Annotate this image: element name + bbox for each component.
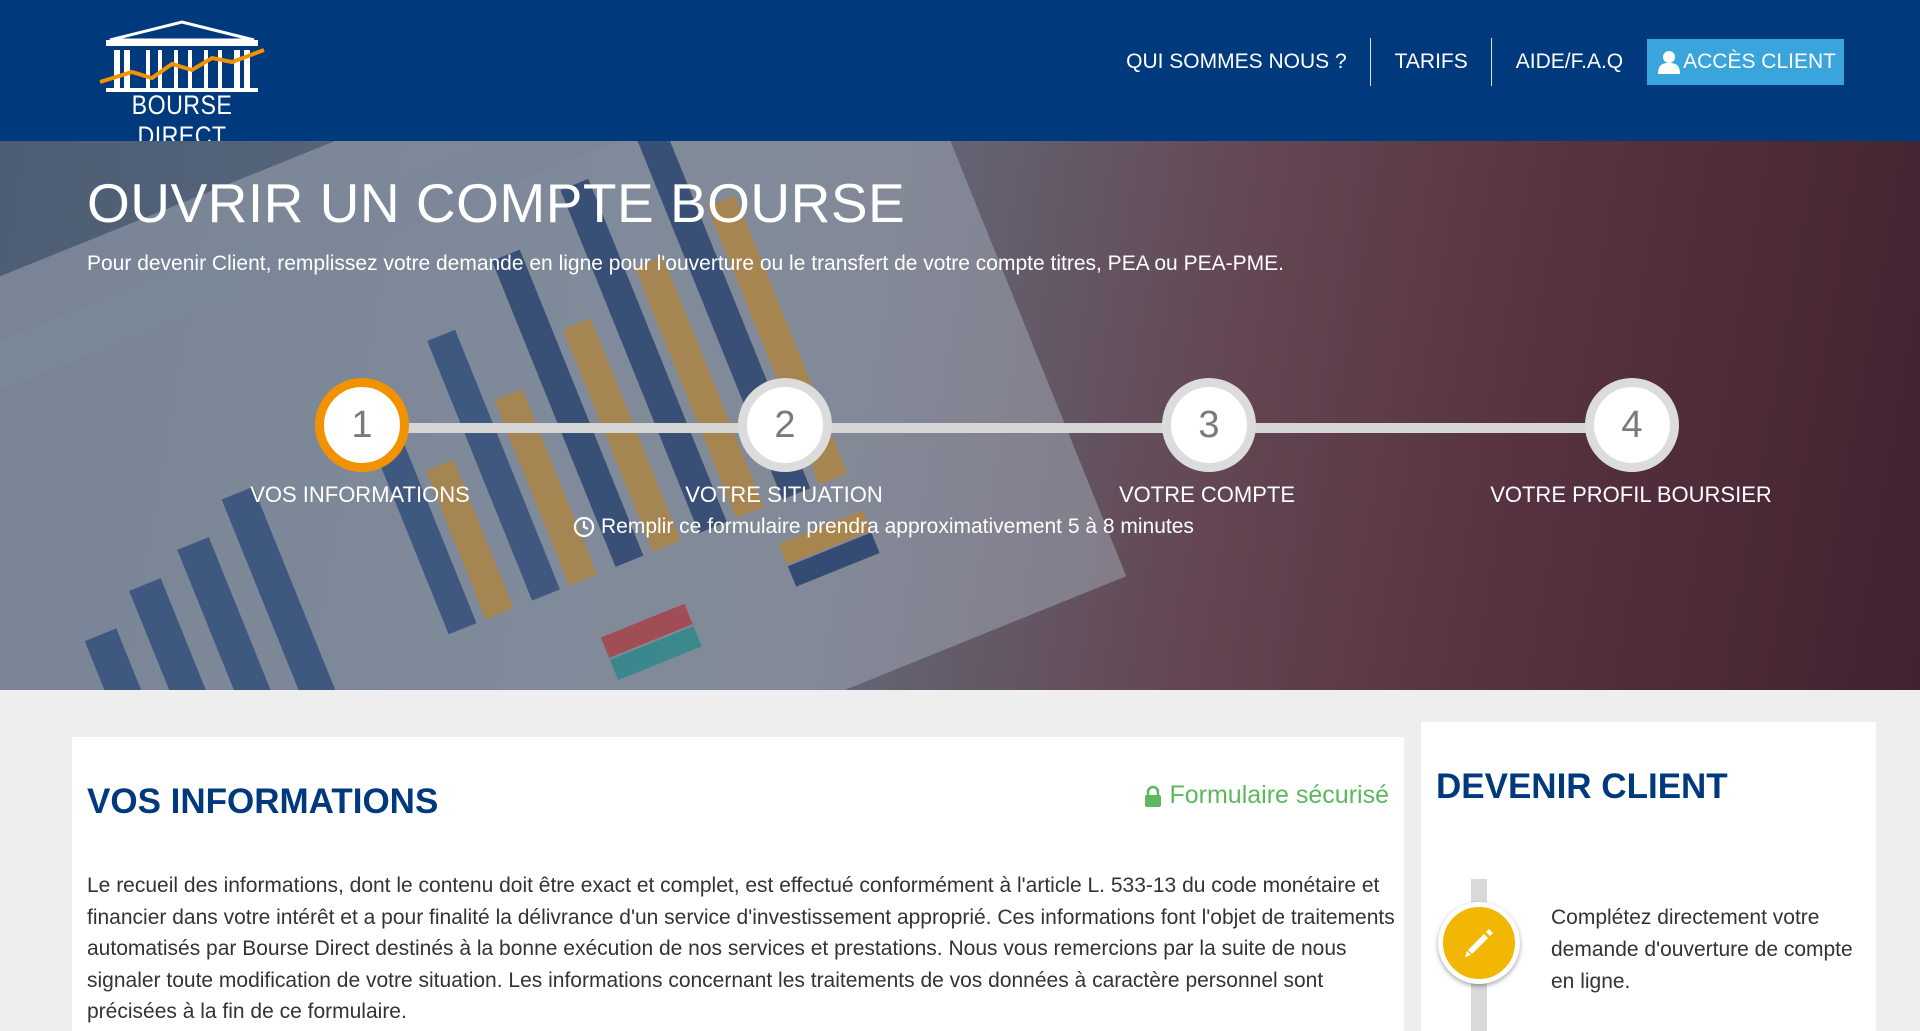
duration-notice: Remplir ce formulaire prendra approximat… xyxy=(573,515,1194,539)
secure-form-badge: Formulaire sécurisé xyxy=(1144,781,1389,810)
step-4-label: VOTRE PROFIL BOURSIER xyxy=(1490,482,1772,507)
hero-banner: OUVRIR UN COMPTE BOURSE Pour devenir Cli… xyxy=(0,141,1920,690)
form-card: VOS INFORMATIONS Formulaire sécurisé Le … xyxy=(72,737,1404,1031)
step-2-circle: 2 xyxy=(738,378,832,472)
bourse-direct-logo[interactable]: BOURSE DIRECT xyxy=(92,20,272,151)
devenir-client-title: DEVENIR CLIENT xyxy=(1436,767,1728,806)
form-intro-text: Le recueil des informations, dont le con… xyxy=(87,874,1395,1023)
step-3-label: VOTRE COMPTE xyxy=(1118,482,1295,507)
user-icon xyxy=(1658,51,1681,74)
page-subtitle: Pour devenir Client, remplissez votre de… xyxy=(87,252,1284,275)
acces-client-button[interactable]: ACCÈS CLIENT xyxy=(1647,39,1844,85)
steps-progress-line xyxy=(362,423,1632,433)
step-1-circle: 1 xyxy=(315,378,409,472)
duration-text: Remplir ce formulaire prendra approximat… xyxy=(601,515,1194,538)
devenir-client-text: Complétez directement votre demande d'ou… xyxy=(1551,906,1853,993)
page-title: OUVRIR UN COMPTE BOURSE xyxy=(87,172,906,234)
step-2-label: VOTRE SITUATION xyxy=(685,482,883,507)
step-1-label: VOS INFORMATIONS xyxy=(250,482,470,507)
site-header: BOURSE DIRECT QUI SOMMES NOUS ? TARIFS A… xyxy=(0,0,1920,151)
step-3-circle: 3 xyxy=(1162,378,1256,472)
acces-client-label: ACCÈS CLIENT xyxy=(1683,50,1836,73)
lock-icon xyxy=(1145,785,1162,807)
pencil-icon xyxy=(1465,929,1493,957)
step-4-circle: 4 xyxy=(1585,378,1679,472)
temple-logo-icon xyxy=(99,20,265,92)
side-step-badge xyxy=(1438,902,1520,984)
nav-qui-sommes-nous[interactable]: QUI SOMMES NOUS ? xyxy=(1102,38,1371,86)
form-card-title: VOS INFORMATIONS xyxy=(87,782,439,821)
nav-tarifs[interactable]: TARIFS xyxy=(1371,38,1492,86)
main-nav: QUI SOMMES NOUS ? TARIFS AIDE/F.A.Q ACCÈ… xyxy=(1102,38,1844,86)
devenir-client-card: DEVENIR CLIENT Complétez directement vot… xyxy=(1421,722,1876,1031)
secure-form-label: Formulaire sécurisé xyxy=(1169,781,1389,809)
nav-aide-faq[interactable]: AIDE/F.A.Q xyxy=(1492,38,1647,86)
clock-icon xyxy=(573,516,595,538)
